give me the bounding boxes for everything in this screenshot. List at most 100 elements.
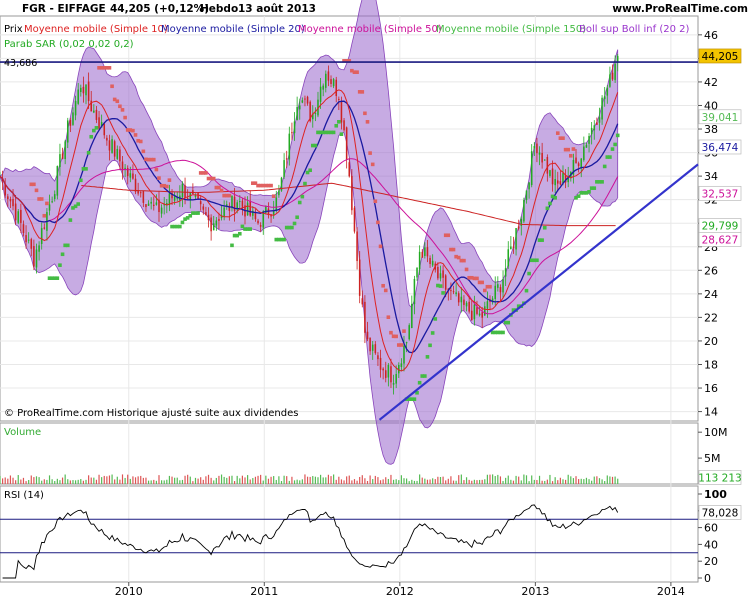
volume-bar	[398, 480, 400, 484]
volume-bar	[275, 479, 277, 484]
sar-dot	[433, 317, 438, 321]
volume-bar	[505, 477, 507, 484]
sar-dot	[423, 374, 427, 378]
sar-dot	[428, 343, 432, 348]
sar-dot	[501, 330, 505, 335]
volume-bar	[442, 476, 444, 484]
price-tick-label: 22	[704, 311, 718, 324]
candle-body	[330, 79, 332, 84]
candle-body	[134, 178, 137, 192]
volume-bar	[306, 476, 309, 484]
candle-body	[325, 73, 327, 88]
volume-bar	[604, 481, 606, 484]
candle-body	[481, 312, 483, 318]
volume-bar	[252, 478, 254, 484]
volume-bar	[463, 480, 465, 484]
candle-body	[361, 298, 364, 305]
sar-dot	[165, 184, 169, 189]
candle-body	[111, 139, 113, 153]
volume-bar	[296, 479, 298, 484]
volume-bar	[379, 480, 382, 484]
candle-body	[536, 143, 538, 154]
sar-dot	[399, 343, 404, 347]
volume-bar	[580, 478, 582, 484]
time-tick-label: 2012	[386, 585, 414, 598]
volume-bar	[158, 475, 160, 484]
candle-body	[202, 206, 205, 210]
volume-bar	[486, 474, 489, 484]
sar-dot	[561, 136, 565, 140]
sar-dot	[42, 213, 47, 218]
candle-body	[301, 100, 304, 103]
candle-body	[53, 194, 56, 199]
candle-body	[17, 211, 20, 223]
candle-body	[523, 200, 525, 222]
sar-dot	[55, 276, 60, 280]
sar-dot	[613, 142, 617, 147]
volume-bar	[69, 480, 71, 484]
candle-body	[205, 212, 207, 216]
volume-bar	[413, 480, 416, 484]
candle-body	[272, 211, 275, 215]
volume-bar	[59, 480, 61, 484]
volume-bar	[171, 476, 173, 484]
candle-body	[306, 96, 309, 104]
volume-bar	[116, 476, 118, 484]
candle-body	[103, 123, 106, 136]
sar-dot	[290, 225, 294, 230]
website-label[interactable]: www.ProRealTime.com	[612, 3, 748, 15]
volume-bar	[90, 477, 92, 484]
candle-body	[98, 117, 100, 129]
candle-body	[345, 127, 348, 160]
volume-badge: 113 213	[698, 472, 741, 484]
volume-bar	[583, 479, 585, 484]
sar-dot	[58, 263, 62, 267]
candle-body	[403, 345, 405, 364]
candle-body	[348, 162, 351, 177]
candle-body	[218, 218, 220, 221]
price-badge: 44,205	[702, 51, 739, 63]
sar-dot	[131, 128, 135, 133]
volume-bar	[429, 479, 431, 484]
volume-bar	[88, 475, 90, 484]
candle-body	[431, 260, 434, 266]
volume-bar	[333, 474, 335, 484]
volume-bar	[202, 479, 204, 484]
sar-dot	[331, 130, 336, 135]
volume-bar	[455, 480, 457, 484]
candle-body	[293, 121, 296, 134]
sar-dot	[378, 244, 383, 249]
volume-bar	[184, 475, 186, 484]
price-tick-label: 46	[704, 29, 718, 42]
price-tick-label: 18	[704, 358, 718, 371]
sar-dot	[355, 70, 359, 74]
candle-body	[291, 132, 293, 134]
volume-bar	[585, 477, 588, 484]
sar-dot	[39, 197, 44, 201]
candle-body	[426, 247, 429, 257]
volume-bar	[28, 479, 30, 484]
volume-bar	[254, 476, 257, 484]
volume-bar	[160, 480, 163, 484]
price-badge: 32,537	[702, 188, 739, 200]
sar-dot	[360, 90, 365, 94]
volume-bar	[598, 478, 601, 484]
candle-body	[69, 120, 72, 126]
sar-dot	[45, 201, 49, 206]
sar-dot	[576, 194, 581, 198]
volume-bar	[265, 475, 267, 484]
chart-title: FGR - EIFFAGE	[22, 3, 106, 15]
candle-body	[387, 365, 390, 378]
candle-body	[457, 293, 460, 303]
candle-body	[588, 136, 590, 144]
candle-body	[61, 153, 64, 159]
volume-bar	[101, 477, 103, 484]
candle-body	[288, 133, 291, 160]
candle-body	[551, 168, 554, 185]
candle-body	[168, 193, 171, 206]
candle-body	[254, 212, 257, 220]
candle-body	[601, 97, 603, 120]
volume-bar	[330, 476, 332, 484]
volume-bar	[189, 476, 191, 484]
volume-bar	[346, 476, 348, 484]
